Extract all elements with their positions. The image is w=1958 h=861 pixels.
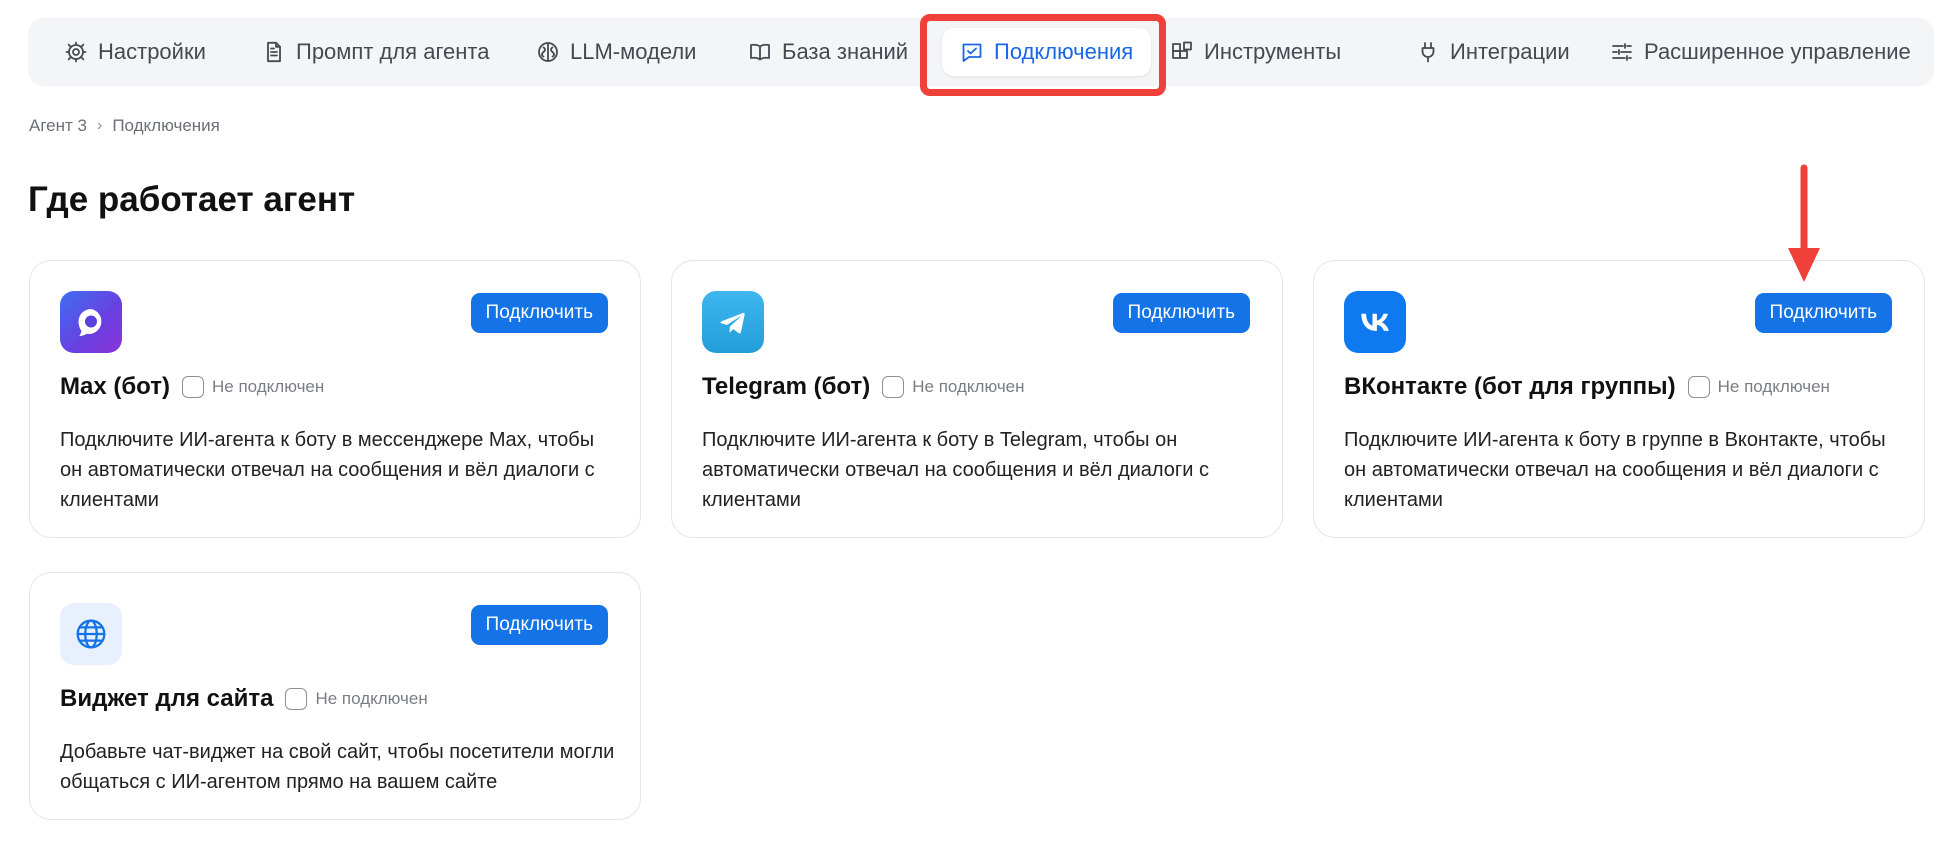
tab-prompt[interactable]: Промпт для агента [262, 18, 489, 86]
connect-telegram-button[interactable]: Подключить [1112, 293, 1250, 333]
document-icon [267, 41, 281, 63]
connection-card-widget: Подключить Виджет для сайта Не подключен… [29, 572, 641, 820]
breadcrumb-parent-link[interactable]: Агент 3 [29, 116, 87, 136]
vk-logo-icon [1344, 291, 1406, 353]
tab-integrations-label: Интеграции [1450, 39, 1570, 64]
breadcrumb-current: Подключения [112, 116, 220, 135]
tab-llm-models-label: LLM-модели [570, 39, 697, 64]
gear-icon [65, 41, 87, 63]
connection-card-max: Подключить Max (бот) Не подключен Подклю… [29, 260, 641, 538]
card-description: Подключите ИИ-агента к боту в мессенджер… [60, 429, 595, 511]
tab-prompt-label: Промпт для агента [296, 39, 490, 64]
tab-connections[interactable]: Подключения [942, 28, 1152, 76]
card-description: Добавьте чат-виджет на свой сайт, чтобы … [60, 741, 615, 793]
tab-tools[interactable]: Инструменты [1170, 18, 1341, 86]
annotation-arrow-icon [1788, 164, 1820, 282]
tab-integrations[interactable]: Интеграции [1416, 18, 1570, 86]
status-text: Не подключен [315, 689, 428, 708]
card-title: Max (бот) [60, 373, 170, 400]
status-text: Не подключен [912, 377, 1025, 396]
card-description: Подключите ИИ-агента к боту в Telegram, … [702, 429, 1209, 511]
card-title-row: Виджет для сайта Не подключен [60, 685, 428, 713]
card-title: Telegram (бот) [702, 373, 871, 400]
status-checkbox[interactable] [181, 376, 204, 398]
sliders-icon [1612, 43, 1632, 61]
telegram-logo-icon [702, 291, 764, 353]
connect-vk-button[interactable]: Подключить [1754, 293, 1892, 333]
card-title-row: ВКонтакте (бот для группы) Не подключен [1344, 373, 1830, 401]
connect-max-button[interactable]: Подключить [470, 293, 608, 333]
plug-icon [1421, 42, 1435, 63]
status-indicator: Не подключен [1687, 376, 1830, 398]
breadcrumb: Агент 3 › Подключения [29, 116, 220, 136]
status-indicator: Не подключен [285, 688, 428, 710]
tab-knowledge-base-label: База знаний [782, 39, 909, 64]
tab-knowledge-base[interactable]: База знаний [748, 18, 908, 86]
status-text: Не подключен [1717, 377, 1830, 396]
page-title: Где работает агент [28, 180, 356, 219]
tab-advanced-label: Расширенное управление [1644, 39, 1911, 64]
connection-card-vk: Подключить ВКонтакте (бот для группы) Не… [1313, 260, 1925, 538]
tab-settings[interactable]: Настройки [64, 18, 206, 86]
card-title-row: Telegram (бот) Не подключен [702, 373, 1025, 401]
status-indicator: Не подключен [882, 376, 1025, 398]
globe-icon [60, 603, 122, 665]
tab-llm-models[interactable]: LLM-модели [536, 18, 696, 86]
brain-icon [538, 42, 558, 62]
tab-connections-label: Подключения [994, 39, 1134, 64]
tab-tools-label: Инструменты [1204, 39, 1342, 64]
blocks-icon [1172, 41, 1192, 59]
card-title: ВКонтакте (бот для группы) [1344, 373, 1676, 400]
book-icon [750, 43, 770, 61]
breadcrumb-separator: › [96, 117, 103, 134]
card-description: Подключите ИИ-агента к боту в группе в В… [1344, 429, 1886, 511]
max-logo-icon [60, 291, 122, 353]
status-checkbox[interactable] [882, 376, 905, 398]
connect-widget-button[interactable]: Подключить [470, 605, 608, 645]
status-checkbox[interactable] [1687, 376, 1710, 398]
status-text: Не подключен [211, 377, 325, 396]
chat-check-icon [962, 43, 982, 62]
status-checkbox[interactable] [285, 688, 308, 710]
tab-advanced[interactable]: Расширенное управление [1610, 18, 1911, 86]
status-indicator: Не подключен [181, 376, 325, 398]
tab-bar: Настройки Промпт для агента LLM-модели Б… [28, 18, 1934, 86]
connection-card-telegram: Подключить Telegram (бот) Не подключен П… [671, 260, 1283, 538]
card-title: Виджет для сайта [60, 685, 274, 712]
card-title-row: Max (бот) Не подключен [60, 373, 324, 401]
tab-settings-label: Настройки [98, 39, 206, 64]
